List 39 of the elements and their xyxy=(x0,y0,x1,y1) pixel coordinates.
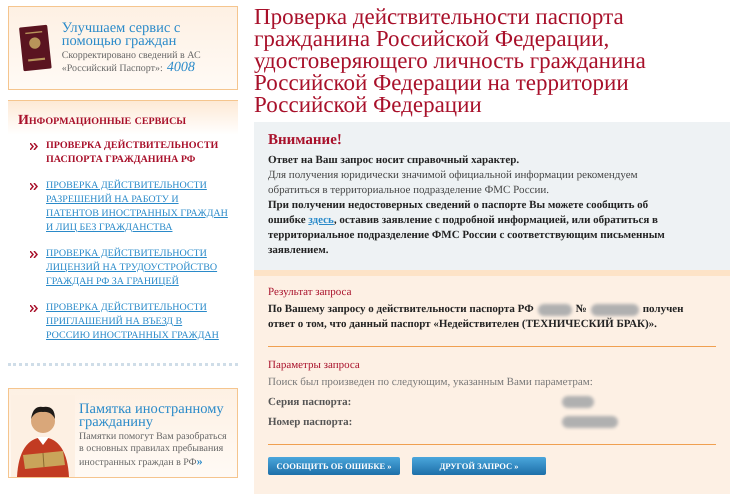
page-title: Проверка действительности паспорта гражданина Российской Федерации, удостоверяющего личность гражданина Российской Федерации на территории Российской Федерации xyxy=(254,6,647,116)
chevrons-icon xyxy=(30,143,38,150)
redaction-mark xyxy=(538,304,572,316)
number-sign: № xyxy=(576,302,587,317)
notice-title: Внимание! xyxy=(268,132,343,149)
promo-title: Памятка иностранному гражданину xyxy=(79,403,225,429)
promo-text: Памятки помогут Вам разобраться xyxy=(79,431,227,443)
promo-text: иностранных граждан в РФ xyxy=(79,457,197,469)
chevrons-icon xyxy=(30,251,38,258)
chevrons-icon xyxy=(30,305,38,312)
chevrons-icon xyxy=(30,183,38,190)
notice-text: Для получения юридически значимой официальной информации рекомендуем обратиться в территориальное подразделение ФМС России. xyxy=(268,168,639,198)
promo-text: «Российский Паспорт»: xyxy=(62,62,163,74)
field-label: Номер паспорта: xyxy=(268,415,354,430)
notice-text: Ответ на Ваш запрос носит справочный характер. xyxy=(268,153,520,168)
redaction-mark xyxy=(562,396,594,408)
section-heading: Результат запроса xyxy=(268,286,352,298)
redaction-mark xyxy=(562,416,618,428)
result-text: По Вашему запросу о действительности паспорта РФ xyxy=(268,302,534,317)
service-link[interactable]: ПРОВЕРКА ДЕЙСТВИТЕЛЬНОСТИ ПРИГЛАШЕНИЙ НА ВЪЕЗД В РОССИЮ ИНОСТРАННЫХ ГРАЖДАН xyxy=(46,301,228,343)
action-button[interactable]: СООБЩИТЬ ОБ ОШИБКЕ » xyxy=(268,457,400,475)
promo-text: в основных правилах пребывания xyxy=(79,443,224,455)
service-link[interactable]: ПРОВЕРКА ДЕЙСТВИТЕЛЬНОСТИ ПАСПОРТА ГРАЖДАНИНА РФ xyxy=(46,139,228,167)
result-text: получен xyxy=(642,302,684,317)
parameters-intro: Поиск был произведен по следующим, указанным Вами параметрам: xyxy=(268,375,594,390)
promo-title: Улучшаем сервис с помощью граждан xyxy=(62,22,182,48)
here-link[interactable]: здесь xyxy=(308,214,334,226)
service-link[interactable]: ПРОВЕРКА ДЕЙСТВИТЕЛЬНОСТИ ЛИЦЕНЗИЙ НА ТРУДОУСТРОЙСТВО ГРАЖДАН РФ ЗА ГРАНИЦЕЙ xyxy=(46,247,228,289)
result-text: ответ о том, что данный паспорт «Недействителен (ТЕХНИЧЕСКИЙ БРАК)». xyxy=(268,317,658,332)
more-link[interactable]: » xyxy=(196,455,203,467)
field-label: Серия паспорта: xyxy=(268,395,352,410)
action-button[interactable]: ДРУГОЙ ЗАПРОС » xyxy=(412,457,546,475)
services-title: Информационные сервисы xyxy=(18,113,188,129)
promo-text: Скорректировано сведений в АС xyxy=(62,50,201,62)
service-link[interactable]: ПРОВЕРКА ДЕЙСТВИТЕЛЬНОСТИ РАЗРЕШЕНИЙ НА РАБОТУ И ПАТЕНТОВ ИНОСТРАННЫХ ГРАЖДАН И ЛИЦ БЕЗ ГРАЖДАНСТВА xyxy=(46,179,228,235)
redaction-mark xyxy=(590,304,639,316)
notice-text: При получении недостоверных сведений о паспорте Вы можете сообщить об ошибке здесь, оставив заявление с подробной информацией, или обратиться в территориальное подразделение ФМС России с соответствующим письменным заявлением. xyxy=(268,198,666,258)
section-heading: Параметры запроса xyxy=(268,359,361,371)
correction-count: 4008 xyxy=(166,62,195,74)
